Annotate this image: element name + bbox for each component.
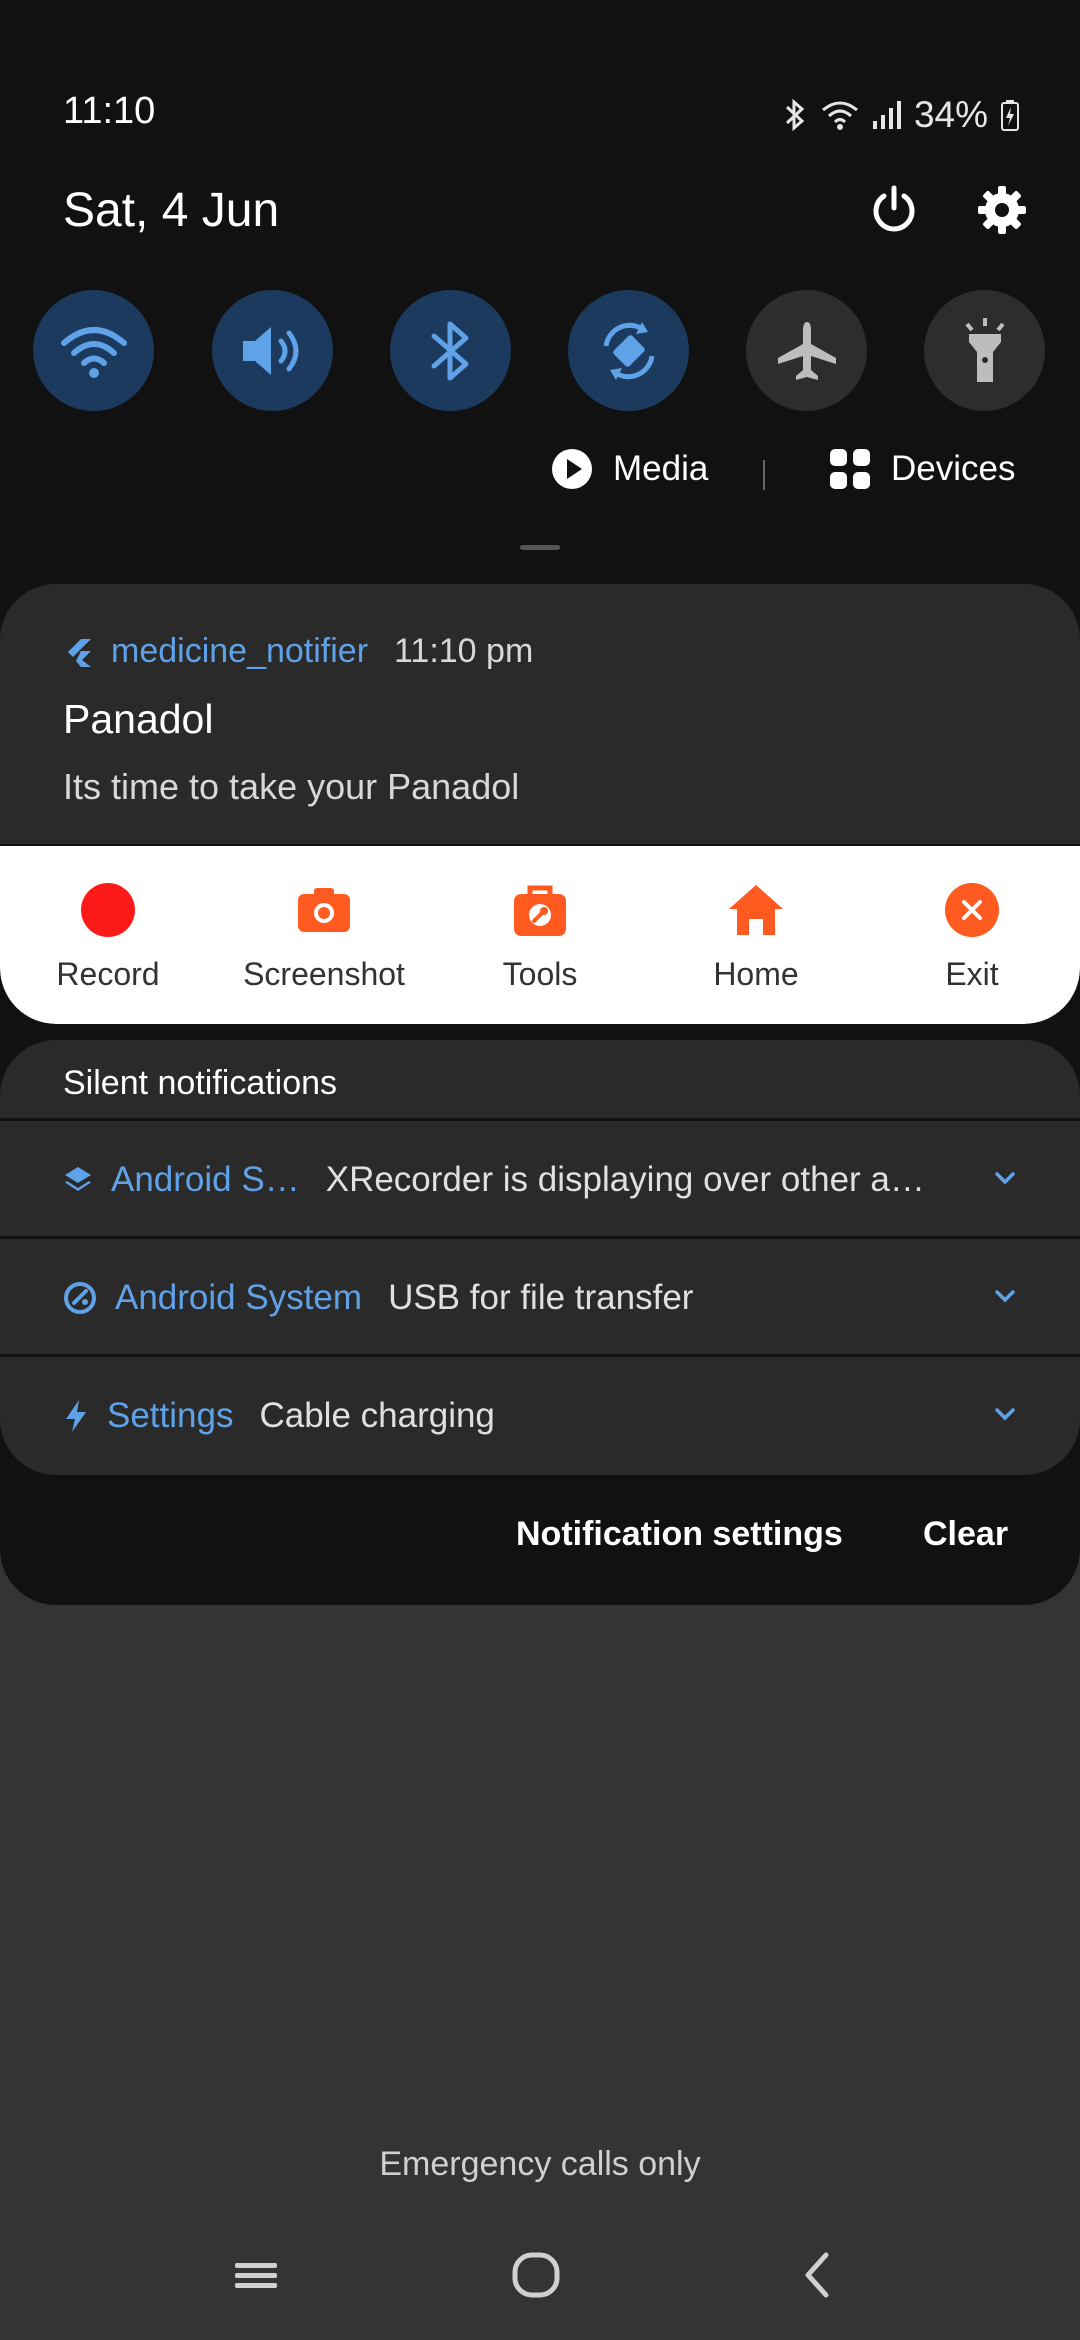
tools-label: Tools (502, 956, 578, 992)
record-action[interactable]: Record (0, 846, 216, 1024)
navigation-bar (0, 2240, 1080, 2310)
battery-percent: 34% (913, 94, 988, 135)
chevron-down-icon[interactable] (990, 1399, 1020, 1429)
row-source: Android System (115, 1278, 363, 1317)
chevron-down-icon[interactable] (990, 1281, 1020, 1311)
record-label: Record (56, 956, 160, 992)
play-icon (552, 449, 592, 489)
bolt-icon (66, 1400, 86, 1432)
sound-toggle[interactable] (212, 290, 333, 411)
home-circle-icon (512, 2252, 560, 2298)
airplane-toggle[interactable] (746, 290, 867, 411)
usb-icon (64, 1282, 96, 1314)
media-button[interactable]: Media (551, 448, 708, 490)
notification-title: Panadol (63, 696, 214, 742)
notification-footer: Notification settings Clear (0, 1515, 1080, 1565)
quick-toggles (0, 290, 1080, 412)
camera-icon (296, 882, 352, 938)
flashlight-icon (964, 317, 1005, 382)
home-action[interactable]: Home (648, 846, 864, 1024)
silent-notification-row[interactable]: Android System USB for file transfer (0, 1236, 1080, 1354)
screenshot-label: Screenshot (243, 956, 405, 992)
settings-button[interactable] (974, 182, 1030, 238)
devices-button[interactable]: Devices (829, 448, 1015, 490)
home-icon (728, 882, 784, 938)
status-time: 11:10 (63, 90, 156, 132)
silent-notifications-title: Silent notifications (63, 1064, 338, 1102)
devices-label: Devices (891, 449, 1016, 488)
power-icon (873, 185, 915, 232)
back-button[interactable] (783, 2240, 853, 2310)
home-label: Home (713, 956, 799, 992)
emergency-calls-text: Emergency calls only (379, 2145, 701, 2183)
wifi-toggle[interactable] (33, 290, 154, 411)
silent-notifications-group: Silent notifications Android S… XRecorde… (0, 1040, 1080, 1475)
notification-settings-button[interactable]: Notification settings (516, 1515, 843, 1554)
bluetooth-toggle[interactable] (390, 290, 511, 411)
bluetooth-icon (431, 321, 468, 380)
row-text: Cable charging (259, 1396, 495, 1435)
row-text: USB for file transfer (388, 1278, 694, 1317)
auto-rotate-toggle[interactable] (568, 290, 689, 411)
medicine-notification[interactable]: medicine_notifier 11:10 pm Panadol Its t… (0, 584, 1080, 1024)
media-label: Media (613, 449, 709, 488)
recents-icon (235, 2263, 277, 2288)
row-text: XRecorder is displaying over other a… (325, 1160, 925, 1199)
sound-icon (242, 326, 298, 375)
record-icon (80, 882, 136, 938)
notification-header: medicine_notifier 11:10 pm (63, 632, 533, 671)
devices-grid-icon (830, 449, 870, 489)
exit-label: Exit (945, 956, 999, 992)
wifi-icon (60, 326, 127, 378)
auto-rotate-icon (603, 321, 654, 380)
row-source: Settings (107, 1396, 234, 1435)
power-button[interactable] (866, 182, 922, 238)
flutter-app-icon (68, 638, 91, 667)
notification-body: Its time to take your Panadol (63, 766, 520, 807)
media-devices-row: Media Devices (0, 448, 1080, 498)
xrecorder-action-bar: Record Screenshot Tools Home Exit (0, 846, 1080, 1024)
flashlight-toggle[interactable] (924, 290, 1045, 411)
date-label: Sat, 4 Jun (63, 184, 280, 237)
clear-button[interactable]: Clear (923, 1515, 1008, 1554)
notification-app-name: medicine_notifier (111, 632, 369, 670)
airplane-icon (777, 321, 836, 380)
chevron-down-icon[interactable] (990, 1163, 1020, 1193)
silent-notification-row[interactable]: Settings Cable charging (0, 1354, 1080, 1472)
signal-icon (872, 99, 902, 131)
divider (763, 460, 765, 490)
layers-icon (65, 1167, 91, 1191)
bluetooth-status-icon (782, 97, 808, 133)
tools-action[interactable]: Tools (432, 846, 648, 1024)
exit-action[interactable]: Exit (864, 846, 1080, 1024)
battery-charging-icon (1000, 99, 1020, 131)
recents-button[interactable] (221, 2240, 291, 2310)
gear-icon (978, 186, 1026, 234)
close-circle-icon (944, 882, 1000, 938)
toolbox-icon (512, 882, 568, 938)
back-icon (805, 2252, 829, 2298)
status-icons: 34% (782, 90, 1020, 140)
row-source: Android S… (111, 1160, 300, 1199)
panel-drag-handle[interactable] (520, 545, 560, 550)
notification-time: 11:10 pm (394, 632, 534, 670)
screenshot-action[interactable]: Screenshot (216, 846, 432, 1024)
wifi-status-icon (820, 98, 860, 132)
home-nav-button[interactable] (501, 2240, 571, 2310)
status-bar: 11:10 34% (0, 80, 1080, 150)
silent-notification-row[interactable]: Android S… XRecorder is displaying over … (0, 1118, 1080, 1236)
